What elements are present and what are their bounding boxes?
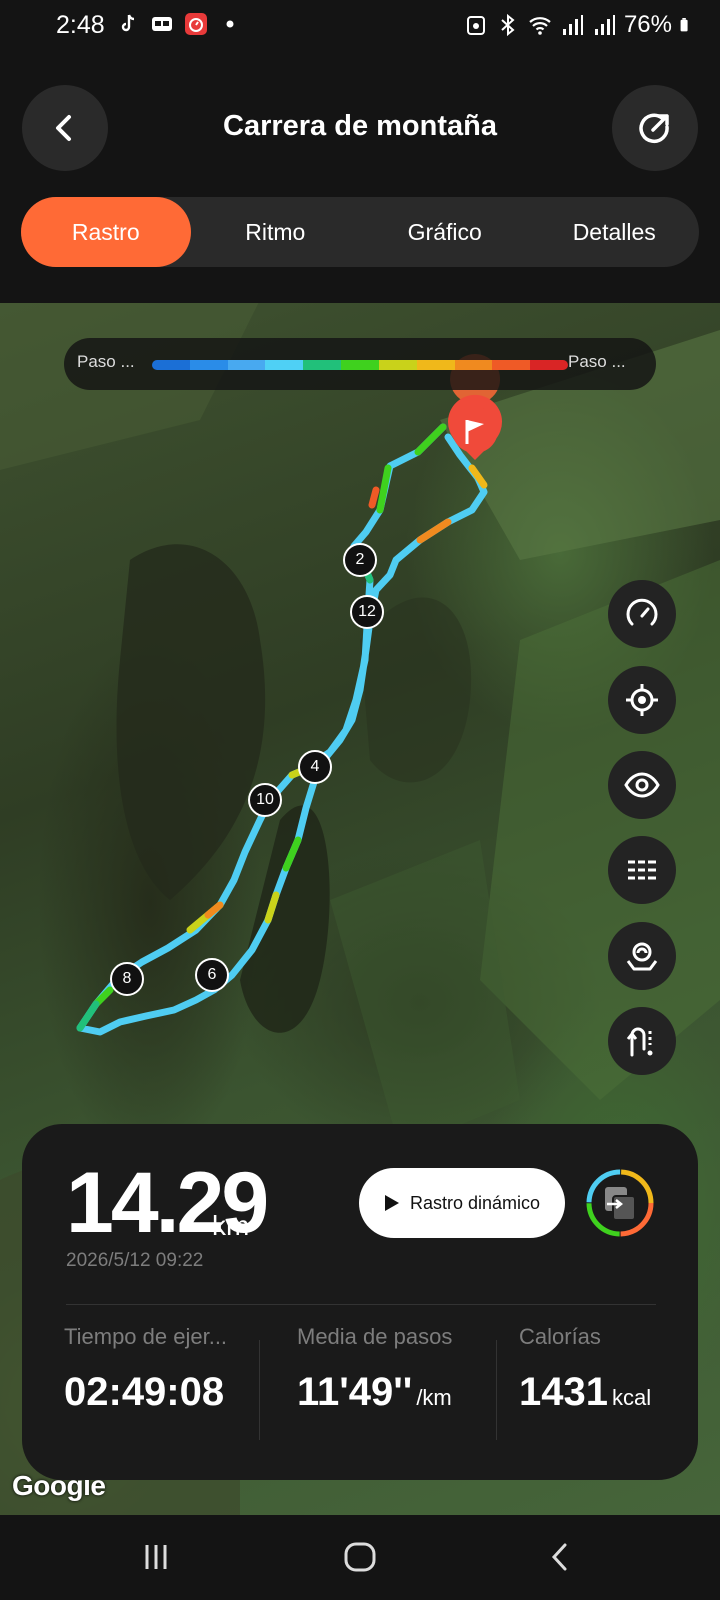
locate-icon xyxy=(626,684,658,716)
stat-calories-value: 1431 xyxy=(519,1370,608,1414)
legend-color-segment xyxy=(378,360,417,370)
home-button[interactable] xyxy=(338,1535,382,1579)
home-icon xyxy=(344,1542,376,1572)
back-nav-icon xyxy=(551,1543,567,1571)
stat-pace-value: 11'49'' xyxy=(297,1370,413,1414)
layers-list-icon xyxy=(628,860,656,880)
stat-pace: Media de pasos 11'49''/km xyxy=(297,1324,452,1415)
signal-icon xyxy=(562,15,583,35)
workout-datetime: 2026/5/12 09:22 xyxy=(66,1250,204,1271)
lock-icon xyxy=(466,16,485,35)
tab-detalles[interactable]: Detalles xyxy=(530,197,700,267)
tab-grafico[interactable]: Gráfico xyxy=(360,197,530,267)
legend-color-segment xyxy=(303,360,342,370)
back-nav-button[interactable] xyxy=(538,1535,582,1579)
summary-card: 14.29 km 2026/5/12 09:22 Rastro dinámico… xyxy=(22,1124,698,1480)
legend-left-label: Paso ... xyxy=(77,352,135,371)
share-button[interactable] xyxy=(612,85,698,171)
legend-color-segment xyxy=(265,360,304,370)
km-marker: 10 xyxy=(248,783,282,817)
recents-icon xyxy=(145,1545,167,1569)
legend-color-segment xyxy=(492,360,531,370)
map-style-icon xyxy=(626,942,658,971)
bluetooth-icon xyxy=(501,13,515,37)
speedometer-icon xyxy=(626,598,658,626)
battery-icon xyxy=(680,18,688,32)
stat-calories-label: Calorías xyxy=(519,1324,601,1349)
tiktok-icon xyxy=(121,14,135,32)
dot-icon xyxy=(226,20,234,28)
export-device-button[interactable] xyxy=(585,1168,655,1238)
stat-pace-label: Media de pasos xyxy=(297,1324,453,1349)
tab-ritmo[interactable]: Ritmo xyxy=(191,197,361,267)
stat-separator xyxy=(259,1340,260,1440)
km-marker: 2 xyxy=(343,543,377,577)
stat-calories: Calorías 1431 kcal xyxy=(519,1324,651,1415)
system-nav-bar xyxy=(0,1515,720,1600)
stat-pace-unit: /km xyxy=(416,1385,452,1410)
stat-time: Tiempo de ejer... 02:49:08 xyxy=(64,1324,227,1415)
legend-color-segment xyxy=(454,360,493,370)
speedometer-button[interactable] xyxy=(608,580,676,648)
legend-color-segment xyxy=(189,360,228,370)
stat-time-label: Tiempo de ejer... xyxy=(64,1324,228,1349)
tab-rastro[interactable]: Rastro xyxy=(21,197,191,267)
visibility-button[interactable] xyxy=(608,751,676,819)
status-time: 2:48 xyxy=(56,11,105,39)
stopwatch-icon xyxy=(185,13,207,35)
play-icon xyxy=(384,1195,399,1211)
eye-icon xyxy=(624,772,660,798)
signal-icon xyxy=(594,15,615,35)
legend-color-segment xyxy=(152,360,190,370)
legend-color-segment xyxy=(227,360,266,370)
stat-calories-unit: kcal xyxy=(611,1385,652,1410)
layers-button[interactable] xyxy=(608,836,676,904)
legend-color-segment xyxy=(530,360,568,370)
km-marker: 8 xyxy=(110,962,144,996)
km-marker: 12 xyxy=(350,595,384,629)
dynamic-track-label: Rastro dinámico xyxy=(409,1192,541,1213)
tab-bar: Rastro Ritmo Gráfico Detalles xyxy=(21,197,699,267)
pace-legend: Paso ... Paso ... xyxy=(64,338,656,390)
route-button[interactable] xyxy=(608,1007,676,1075)
legend-gradient xyxy=(152,360,568,370)
km-marker: 4 xyxy=(298,750,332,784)
battery-percent: 76% xyxy=(623,11,672,38)
card-divider xyxy=(66,1304,656,1305)
legend-right-label: Paso ... xyxy=(568,352,626,371)
legend-color-segment xyxy=(341,360,379,370)
share-icon xyxy=(639,113,669,144)
app-icon xyxy=(152,17,172,31)
wifi-icon xyxy=(529,17,551,35)
stat-time-value: 02:49:08 xyxy=(64,1370,225,1414)
route-icon xyxy=(626,1027,653,1057)
status-bar: 2:48 76% xyxy=(0,0,720,56)
stat-separator xyxy=(496,1340,497,1440)
legend-color-segment xyxy=(416,360,455,370)
dynamic-track-button[interactable]: Rastro dinámico xyxy=(359,1168,565,1238)
locate-button[interactable] xyxy=(608,666,676,734)
recents-button[interactable] xyxy=(134,1535,178,1579)
distance-unit: km xyxy=(212,1210,250,1241)
map-style-button[interactable] xyxy=(608,922,676,990)
km-marker: 6 xyxy=(195,958,229,992)
